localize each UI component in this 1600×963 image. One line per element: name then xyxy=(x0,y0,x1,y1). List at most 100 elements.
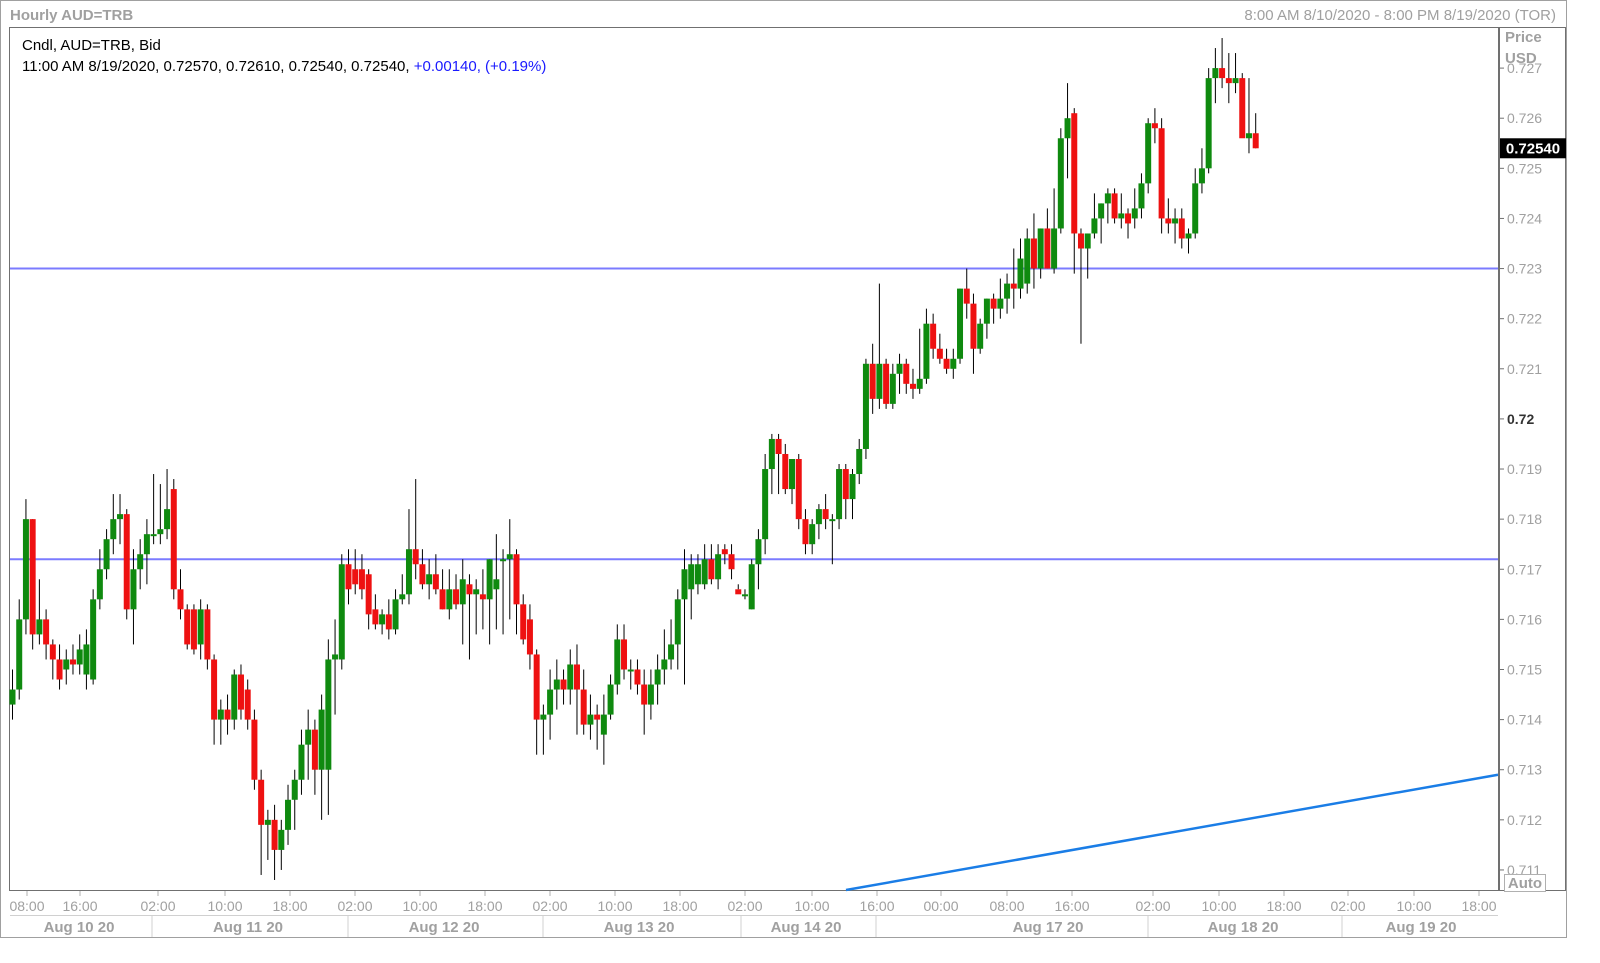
candle-body xyxy=(1239,78,1246,139)
candle-up xyxy=(977,318,984,354)
y-tick-label: 0.714 xyxy=(1507,712,1542,728)
candle-body xyxy=(264,819,271,825)
candle-body xyxy=(889,373,896,404)
legend-ohlc: 11:00 AM 8/19/2020, 0.72570, 0.72610, 0.… xyxy=(22,58,546,75)
last-price-label: 0.72540 xyxy=(1506,140,1560,157)
candle-body xyxy=(614,639,621,685)
candle-body xyxy=(829,519,836,522)
x-tick-label: 18:00 xyxy=(467,898,502,914)
candle-body xyxy=(1192,183,1199,234)
candle-body xyxy=(553,679,560,690)
y-tick-label: 0.724 xyxy=(1507,210,1542,226)
candle-body xyxy=(641,684,648,705)
candle-body xyxy=(278,829,285,850)
candle-body xyxy=(123,514,130,610)
candle-body xyxy=(621,639,628,670)
candle-body xyxy=(22,519,29,620)
candle-body xyxy=(16,619,23,690)
candle-body xyxy=(164,509,171,530)
x-tick-label: 10:00 xyxy=(794,898,829,914)
candle-body xyxy=(399,594,406,600)
candle-body xyxy=(29,519,36,635)
candle-body xyxy=(997,298,1004,309)
candle-body xyxy=(446,589,453,610)
candle-body xyxy=(1071,113,1078,234)
candle-body xyxy=(950,358,957,369)
y-tick-label: 0.725 xyxy=(1507,160,1542,176)
candle-body xyxy=(1145,123,1152,184)
legend-change: +0.00140, (+0.19%) xyxy=(414,58,547,75)
candle-body xyxy=(143,534,150,555)
candle-body xyxy=(110,519,117,540)
candle-body xyxy=(130,569,137,610)
candle-body xyxy=(607,684,614,715)
candle-body xyxy=(36,619,43,635)
candle-body xyxy=(526,619,533,655)
candle-body xyxy=(190,609,197,650)
candle-body xyxy=(869,363,876,399)
candle-body xyxy=(775,438,782,454)
candle-body xyxy=(466,584,473,595)
candle-body xyxy=(547,689,554,715)
candle-body xyxy=(251,719,258,780)
candle-body xyxy=(1004,283,1011,299)
candle-body xyxy=(217,709,224,720)
candle-body xyxy=(977,323,984,349)
candle-body xyxy=(560,679,567,690)
x-tick-label: 08:00 xyxy=(9,898,44,914)
x-tick-label: 02:00 xyxy=(1135,898,1170,914)
candle-body xyxy=(56,659,63,680)
candle-up xyxy=(1205,68,1212,174)
x-tick-label: 10:00 xyxy=(207,898,242,914)
candle-body xyxy=(688,564,695,590)
candle-body xyxy=(728,554,735,570)
candle-down xyxy=(1158,118,1165,234)
y-tick-label: 0.721 xyxy=(1507,361,1542,377)
candle-body xyxy=(506,554,513,560)
candle-body xyxy=(1158,128,1165,219)
candle-body xyxy=(916,378,923,389)
x-tick-label: 18:00 xyxy=(662,898,697,914)
candle-body xyxy=(573,664,580,690)
candle-up xyxy=(338,554,345,670)
candle-body xyxy=(963,288,970,304)
candle-body xyxy=(1030,238,1037,269)
candle-body xyxy=(244,689,251,720)
candle-body xyxy=(802,519,809,545)
x-tick-label: 02:00 xyxy=(337,898,372,914)
candle-body xyxy=(701,559,708,585)
x-tick-label: 16:00 xyxy=(1054,898,1089,914)
day-label: Aug 17 20 xyxy=(1013,919,1084,936)
candle-up xyxy=(90,589,97,685)
candle-body xyxy=(580,689,587,725)
candle-body xyxy=(96,569,103,600)
candle-body xyxy=(822,509,829,520)
candle-body xyxy=(1219,68,1226,79)
candle-body xyxy=(184,609,191,645)
candle-body xyxy=(204,609,211,660)
x-tick-label: 10:00 xyxy=(1396,898,1431,914)
candle-body xyxy=(1125,213,1132,224)
candle-body xyxy=(459,579,466,605)
candle-body xyxy=(392,599,399,630)
x-tick-label: 02:00 xyxy=(140,898,175,914)
candle-body xyxy=(1131,208,1138,219)
candle-body xyxy=(668,644,675,660)
candle-body xyxy=(345,564,352,590)
candle-body xyxy=(1024,238,1031,284)
candle-body xyxy=(923,323,930,379)
candle-down xyxy=(123,509,130,620)
candle-body xyxy=(365,574,372,615)
candle-body xyxy=(795,459,802,520)
candle-body xyxy=(69,659,76,665)
candle-body xyxy=(1252,133,1259,149)
candle-body xyxy=(876,363,883,399)
candle-body xyxy=(909,383,916,389)
candle-body xyxy=(594,714,601,720)
candle-down xyxy=(184,604,191,650)
candle-body xyxy=(708,559,715,580)
candle-body xyxy=(224,709,231,720)
candle-up xyxy=(762,453,769,555)
candle-body xyxy=(49,644,56,660)
candle-down xyxy=(1239,73,1246,139)
